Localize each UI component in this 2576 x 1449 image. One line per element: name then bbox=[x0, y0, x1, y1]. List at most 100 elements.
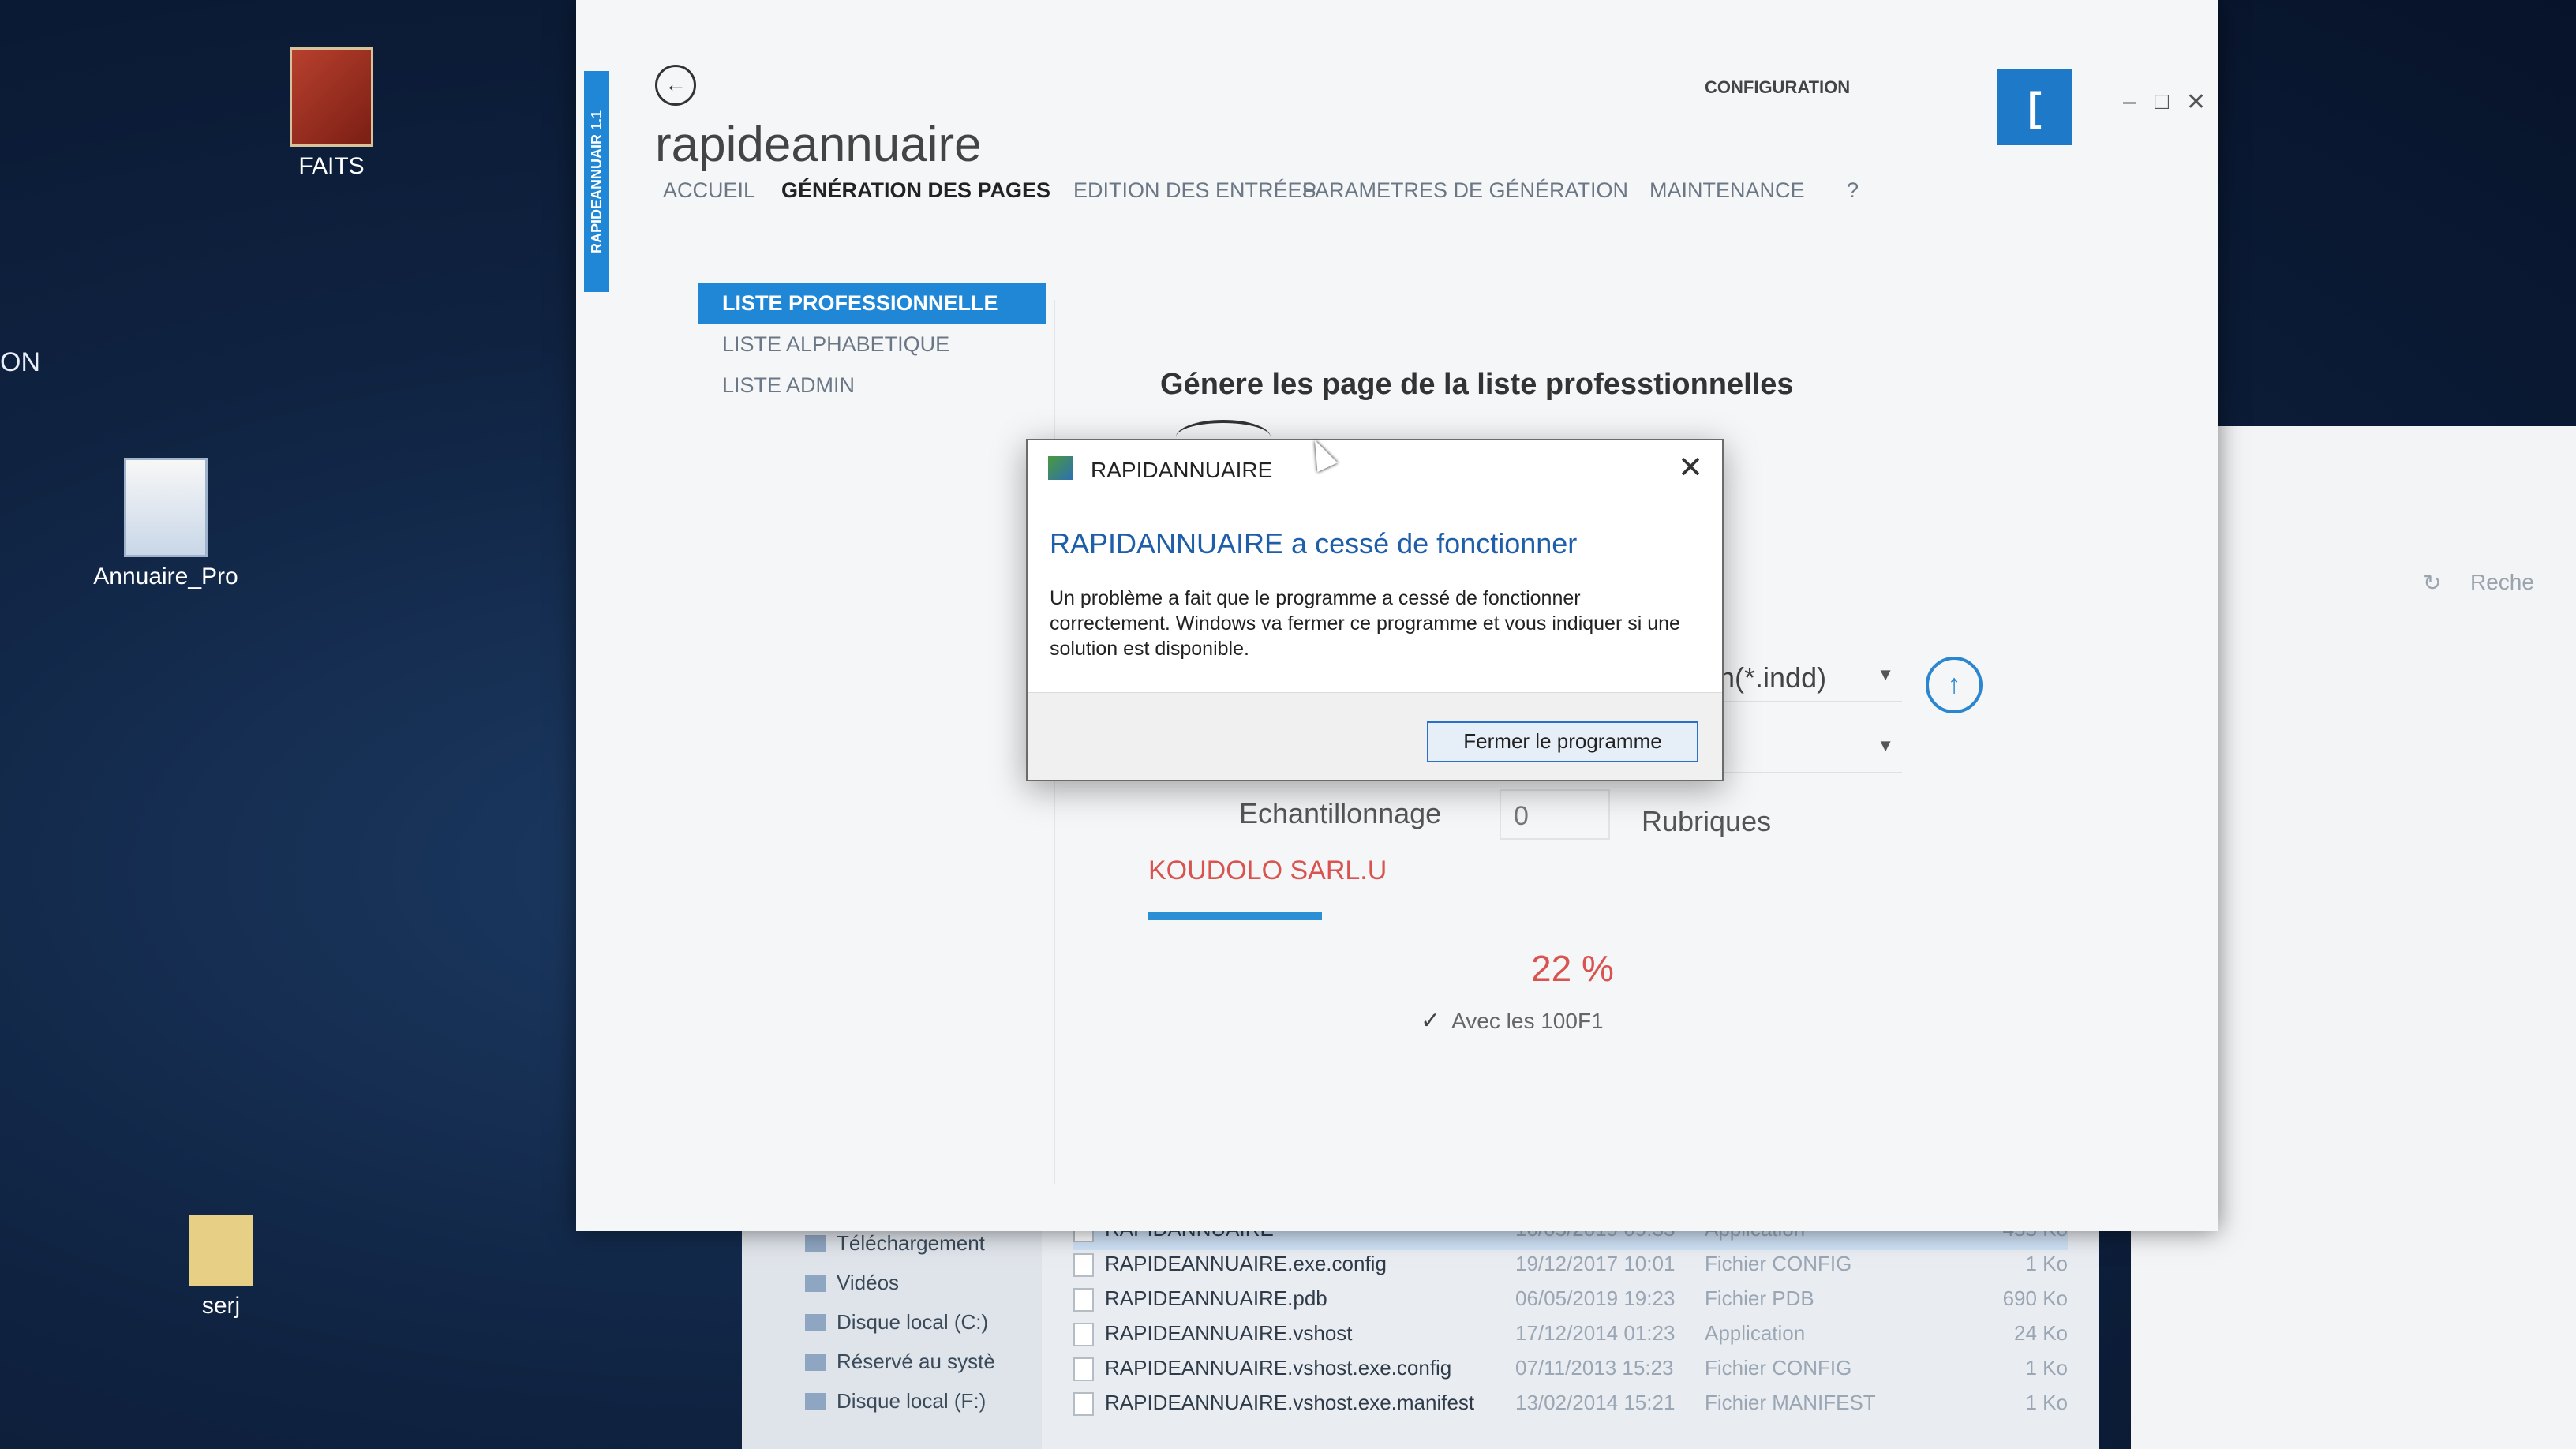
file-size: 690 Ko bbox=[2002, 1286, 2068, 1310]
file-size: 1 Ko bbox=[2025, 1391, 2069, 1414]
drive-icon bbox=[805, 1313, 826, 1331]
upload-button[interactable]: ↑ bbox=[1926, 657, 1983, 713]
sampling-label: Echantillonnage bbox=[1239, 797, 1442, 829]
tab-edition-des-entrees[interactable]: EDITION DES ENTRÉES bbox=[1073, 178, 1316, 203]
progress-percent: 22 % bbox=[1531, 948, 1614, 989]
arrow-left-icon: ← bbox=[665, 72, 687, 96]
app-title: rapideannuaire bbox=[655, 118, 982, 172]
drive-icon bbox=[805, 1392, 826, 1410]
sidebar-item-label: Disque local (F:) bbox=[837, 1389, 987, 1413]
file-type: Fichier MANIFEST bbox=[1705, 1391, 1876, 1414]
book-icon bbox=[290, 47, 373, 147]
subnav-liste-professionnelle[interactable]: LISTE PROFESSIONNELLE bbox=[698, 283, 1046, 324]
check-icon: ✓ bbox=[1421, 1008, 1441, 1034]
file-date: 19/12/2017 10:01 bbox=[1515, 1252, 1676, 1275]
minimize-button[interactable]: – bbox=[2123, 88, 2136, 115]
file-date: 06/05/2019 19:23 bbox=[1515, 1286, 1676, 1310]
app-icon bbox=[1048, 456, 1073, 480]
app-logo-icon: [ bbox=[1997, 69, 2072, 145]
folder-icon bbox=[189, 1215, 253, 1286]
progress-fill bbox=[1148, 912, 1322, 920]
sidebar-item-label: Réservé au systè bbox=[837, 1350, 995, 1373]
sidebar-item-telechargement[interactable]: Téléchargement bbox=[805, 1231, 985, 1256]
file-icon bbox=[1073, 1288, 1094, 1312]
desktop-icon-label: Annuaire_Pro bbox=[93, 564, 238, 590]
search-input[interactable]: Reche bbox=[2470, 570, 2534, 595]
checkbox-label: Avec les 100F1 bbox=[1451, 1008, 1604, 1033]
refresh-icon[interactable]: ↻ bbox=[2423, 570, 2441, 596]
file-name: RAPIDEANNUAIRE.vshost.exe.config bbox=[1105, 1356, 1452, 1380]
back-button[interactable]: ← bbox=[655, 65, 696, 106]
dialog-body: Un problème a fait que le programme a ce… bbox=[1050, 587, 1680, 660]
upload-icon: ↑ bbox=[1947, 669, 1961, 699]
close-icon[interactable]: ✕ bbox=[1678, 450, 1703, 485]
sidebar-item-videos[interactable]: Vidéos bbox=[805, 1271, 899, 1295]
file-type: Fichier PDB bbox=[1705, 1286, 1814, 1310]
desktop-edge-text: ON bbox=[0, 347, 40, 377]
file-icon bbox=[1073, 1357, 1094, 1382]
desktop-icon-faits[interactable]: FAITS bbox=[245, 47, 418, 180]
sidebar-item-disque-f[interactable]: Disque local (F:) bbox=[805, 1389, 986, 1413]
subnav-liste-alphabetique[interactable]: LISTE ALPHABETIQUE bbox=[698, 324, 1046, 365]
chevron-down-icon: ▼ bbox=[1877, 665, 1894, 684]
page-heading: Génere les page de la liste professtionn… bbox=[1160, 368, 1794, 401]
tab-parametres-de-generation[interactable]: PARAMETRES DE GÉNÉRATION bbox=[1302, 178, 1628, 203]
explorer-sidebar: Téléchargement Vidéos Disque local (C:) … bbox=[742, 1215, 1042, 1449]
sidebar-item-disque-c[interactable]: Disque local (C:) bbox=[805, 1310, 988, 1335]
sidebar-item-label: Téléchargement bbox=[837, 1231, 985, 1255]
file-explorer: Téléchargement Vidéos Disque local (C:) … bbox=[742, 1215, 2099, 1449]
template-select[interactable]: ign(*.indd) ▼ bbox=[1697, 655, 1902, 702]
dialog-footer: Fermer le programme bbox=[1028, 692, 1722, 780]
dialog-title: RAPIDANNUAIRE bbox=[1091, 458, 1273, 482]
tab-maintenance[interactable]: MAINTENANCE bbox=[1649, 178, 1805, 203]
download-icon bbox=[805, 1234, 826, 1252]
sidebar-item-label: Disque local (C:) bbox=[837, 1310, 989, 1334]
app-side-strip: RAPIDEANNUAIR 1.1 bbox=[584, 71, 609, 292]
file-type: Application bbox=[1705, 1321, 1806, 1345]
drive-icon bbox=[805, 1353, 826, 1371]
file-type: Fichier CONFIG bbox=[1705, 1252, 1852, 1275]
file-row[interactable]: RAPIDEANNUAIRE.vshost 17/12/2014 01:23 App… bbox=[1073, 1321, 2068, 1354]
dialog-heading: RAPIDANNUAIRE a cessé de fonctionner bbox=[1050, 527, 1578, 560]
configuration-link[interactable]: CONFIGURATION bbox=[1705, 77, 1850, 98]
file-row[interactable]: RAPIDEANNUAIRE.exe.config 19/12/2017 10:0… bbox=[1073, 1252, 2068, 1285]
file-date: 13/02/2014 15:21 bbox=[1515, 1391, 1676, 1414]
desktop-icon-label: serj bbox=[201, 1293, 241, 1319]
error-dialog: RAPIDANNUAIRE ✕ RAPIDANNUAIRE a cessé de… bbox=[1026, 439, 1724, 781]
file-icon bbox=[1073, 1392, 1094, 1417]
sidebar-item-label: Vidéos bbox=[837, 1271, 900, 1294]
file-name: RAPIDEANNUAIRE.vshost bbox=[1105, 1321, 1353, 1345]
subnav-liste-admin[interactable]: LISTE ADMIN bbox=[698, 365, 1046, 406]
file-name: RAPIDEANNUAIRE.pdb bbox=[1105, 1286, 1327, 1310]
file-date: 07/11/2013 15:23 bbox=[1515, 1356, 1674, 1380]
desktop-icon-serj[interactable]: serj bbox=[134, 1215, 308, 1320]
maximize-button[interactable]: □ bbox=[2155, 88, 2169, 115]
application-icon bbox=[1073, 1323, 1094, 1347]
file-size: 1 Ko bbox=[2025, 1252, 2069, 1275]
sidebar-item-reserve[interactable]: Réservé au systè bbox=[805, 1350, 995, 1374]
dialog-titlebar: RAPIDANNUAIRE ✕ bbox=[1028, 440, 1722, 496]
progress-bar bbox=[1148, 912, 1938, 920]
tab-generation-des-pages[interactable]: GÉNÉRATION DES PAGES bbox=[781, 178, 1050, 203]
file-row[interactable]: RAPIDEANNUAIRE.vshost.exe.config 07/11/20… bbox=[1073, 1356, 2068, 1389]
file-row[interactable]: RAPIDEANNUAIRE.pdb 06/05/2019 19:23 Fichie… bbox=[1073, 1286, 2068, 1320]
document-icon bbox=[124, 458, 208, 557]
file-size: 24 Ko bbox=[2014, 1321, 2068, 1345]
tab-help[interactable]: ? bbox=[1847, 178, 1859, 203]
desktop-icon-annuaire-pro[interactable]: Annuaire_Pro bbox=[79, 458, 253, 590]
file-type: Fichier CONFIG bbox=[1705, 1356, 1852, 1380]
file-row[interactable]: RAPIDEANNUAIRE.vshost.exe.manifest 13/02/… bbox=[1073, 1391, 2068, 1424]
chevron-down-icon: ▼ bbox=[1877, 736, 1894, 755]
tab-accueil[interactable]: ACCUEIL bbox=[663, 178, 755, 203]
desktop-icon-label: FAITS bbox=[298, 153, 365, 179]
file-size: 1 Ko bbox=[2025, 1356, 2069, 1380]
checkbox-avec-100f1[interactable]: ✓ Avec les 100F1 bbox=[1421, 1007, 1604, 1035]
file-date: 17/12/2014 01:23 bbox=[1515, 1321, 1676, 1345]
sampling-input[interactable]: 0 bbox=[1500, 789, 1610, 840]
file-name: RAPIDEANNUAIRE.exe.config bbox=[1105, 1252, 1387, 1275]
file-icon bbox=[1073, 1253, 1094, 1278]
secondary-select[interactable]: ▼ bbox=[1697, 726, 1902, 773]
video-icon bbox=[805, 1274, 826, 1292]
close-window-button[interactable]: ✕ bbox=[2186, 88, 2206, 116]
close-program-button[interactable]: Fermer le programme bbox=[1427, 721, 1698, 762]
